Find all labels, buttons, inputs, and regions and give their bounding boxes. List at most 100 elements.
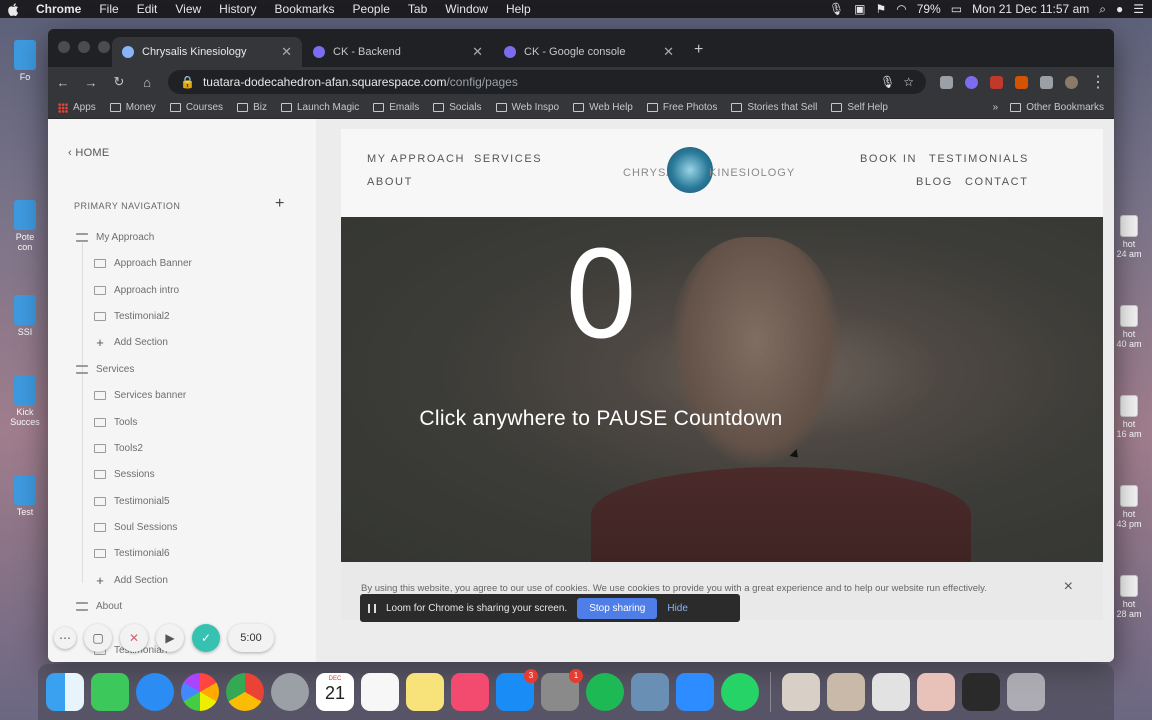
cookie-close-icon[interactable]: × bbox=[1064, 579, 1073, 595]
cancel-recording-icon[interactable]: ✕ bbox=[120, 624, 148, 652]
sidebar-section[interactable]: Tools bbox=[94, 413, 137, 431]
chrome-icon[interactable] bbox=[226, 673, 264, 711]
desktop-item[interactable]: Fo bbox=[0, 40, 50, 82]
sidebar-page-services[interactable]: Services bbox=[76, 360, 134, 378]
close-tab-icon[interactable]: ✕ bbox=[472, 44, 483, 60]
recent-document-icon[interactable] bbox=[962, 673, 1000, 711]
site-nav-testimonials[interactable]: TESTIMONIALS bbox=[929, 153, 1029, 165]
desktop-item[interactable]: Test bbox=[0, 475, 50, 517]
home-back-link[interactable]: ‹ HOME bbox=[68, 147, 110, 159]
facetime-icon[interactable] bbox=[91, 673, 129, 711]
pause-recording-icon[interactable]: ▶ bbox=[156, 624, 184, 652]
menu-edit[interactable]: Edit bbox=[137, 2, 158, 16]
recent-document-icon[interactable] bbox=[872, 673, 910, 711]
bookmark-folder[interactable]: Launch Magic bbox=[280, 102, 359, 113]
finish-recording-icon[interactable]: ✓ bbox=[192, 624, 220, 652]
menu-tab[interactable]: Tab bbox=[408, 2, 427, 16]
site-nav-about[interactable]: ABOUT bbox=[367, 176, 413, 188]
hide-button[interactable]: Hide bbox=[667, 603, 688, 614]
bookmark-folder[interactable]: Emails bbox=[373, 102, 419, 113]
reminders-icon[interactable] bbox=[361, 673, 399, 711]
sidebar-section[interactable]: Services banner bbox=[94, 386, 186, 404]
bookmark-folder[interactable]: Biz bbox=[237, 102, 267, 113]
battery-icon[interactable]: ▭ bbox=[951, 2, 962, 16]
preview-icon[interactable] bbox=[631, 673, 669, 711]
new-tab-button[interactable]: + bbox=[694, 41, 703, 59]
apple-icon[interactable] bbox=[8, 2, 20, 16]
tab-ck-backend[interactable]: CK - Backend ✕ bbox=[303, 37, 493, 67]
bookmark-folder[interactable]: Stories that Sell bbox=[731, 102, 817, 113]
screen-record-icon[interactable]: ▣ bbox=[854, 2, 865, 16]
menu-view[interactable]: View bbox=[175, 2, 201, 16]
sidebar-section[interactable]: Soul Sessions bbox=[94, 518, 177, 536]
microphone-icon[interactable]: 🎙 bbox=[829, 2, 844, 16]
site-nav-blog[interactable]: BLOG bbox=[916, 176, 953, 188]
puzzle-extensions-icon[interactable] bbox=[1040, 75, 1053, 89]
bookmark-folder[interactable]: Web Inspo bbox=[495, 102, 559, 113]
hero-banner-image[interactable]: 0 Click anywhere to PAUSE Countdown bbox=[341, 217, 1103, 562]
extension-icon[interactable] bbox=[990, 75, 1003, 89]
wifi-icon[interactable]: ◠ bbox=[896, 2, 906, 16]
sidebar-section[interactable]: Testimonial6 bbox=[94, 544, 170, 562]
sidebar-page-my-approach[interactable]: My Approach bbox=[76, 228, 154, 246]
recent-document-icon[interactable] bbox=[782, 673, 820, 711]
sidebar-section[interactable]: Tools2 bbox=[94, 439, 143, 457]
menu-history[interactable]: History bbox=[219, 2, 256, 16]
app-store-icon[interactable]: 3 bbox=[496, 669, 538, 711]
menu-window[interactable]: Window bbox=[445, 2, 488, 16]
sidebar-section[interactable]: Approach Banner bbox=[94, 254, 192, 272]
whatsapp-icon[interactable] bbox=[721, 673, 759, 711]
bookmark-star-icon[interactable]: ☆ bbox=[903, 75, 914, 89]
zoom-window-button[interactable] bbox=[98, 41, 110, 53]
forward-icon[interactable]: → bbox=[84, 75, 98, 90]
site-logo-mandala-icon[interactable] bbox=[667, 147, 713, 193]
site-logo-text-right[interactable]: KINESIOLOGY bbox=[709, 167, 795, 179]
profile-avatar-icon[interactable] bbox=[1065, 75, 1078, 89]
site-preview[interactable]: MY APPROACH SERVICES ABOUT CHRYSALIS KIN… bbox=[316, 119, 1114, 662]
menu-people[interactable]: People bbox=[353, 2, 390, 16]
bookmark-folder[interactable]: Free Photos bbox=[646, 102, 717, 113]
notification-center-icon[interactable]: ☰ bbox=[1133, 2, 1144, 16]
close-window-button[interactable] bbox=[58, 41, 70, 53]
more-options-icon[interactable]: ⋯ bbox=[54, 627, 76, 649]
sidebar-section[interactable]: Approach intro bbox=[94, 281, 179, 299]
finder-icon[interactable] bbox=[46, 673, 84, 711]
menu-file[interactable]: File bbox=[99, 2, 118, 16]
bookmarks-overflow-button[interactable]: » bbox=[993, 102, 999, 113]
battery-percent[interactable]: 79% bbox=[917, 2, 941, 16]
site-nav-my-approach[interactable]: MY APPROACH bbox=[367, 153, 465, 165]
minimize-window-button[interactable] bbox=[78, 41, 90, 53]
site-nav-services[interactable]: SERVICES bbox=[474, 153, 542, 165]
add-page-button[interactable]: + bbox=[275, 195, 284, 213]
music-icon[interactable] bbox=[451, 673, 489, 711]
add-section-button[interactable]: + Add Section bbox=[94, 571, 168, 589]
launchpad-icon[interactable] bbox=[271, 673, 309, 711]
bookmark-folder[interactable]: Courses bbox=[169, 102, 223, 113]
sidebar-page-about[interactable]: About bbox=[76, 597, 122, 615]
microphone-icon[interactable]: 🎙 bbox=[880, 75, 895, 89]
spotlight-icon[interactable]: ⌕ bbox=[1099, 2, 1106, 17]
loom-extension-icon[interactable] bbox=[965, 75, 978, 89]
address-bar[interactable]: 🔒 tuatara-dodecahedron-afan.squarespace.… bbox=[168, 70, 926, 94]
spotify-icon[interactable] bbox=[586, 673, 624, 711]
zoom-icon[interactable] bbox=[676, 673, 714, 711]
recent-document-icon[interactable] bbox=[827, 673, 865, 711]
back-icon[interactable]: ← bbox=[56, 75, 70, 90]
more-menu-icon[interactable]: ⋮ bbox=[1090, 72, 1106, 92]
tab-chrysalis-kinesiology[interactable]: Chrysalis Kinesiology ✕ bbox=[112, 37, 302, 67]
bookmark-apps[interactable]: Apps bbox=[58, 102, 96, 113]
desktop-item[interactable]: SSI bbox=[0, 295, 50, 337]
sidebar-section[interactable]: Sessions bbox=[94, 465, 155, 483]
menu-bookmarks[interactable]: Bookmarks bbox=[275, 2, 335, 16]
messages-icon[interactable] bbox=[136, 673, 174, 711]
other-bookmarks[interactable]: Other Bookmarks bbox=[1010, 102, 1104, 113]
desktop-item[interactable]: Kick Succes bbox=[0, 375, 50, 427]
desktop-item[interactable]: Pote con bbox=[0, 200, 50, 252]
bookmark-folder[interactable]: Socials bbox=[433, 102, 482, 113]
bookmark-folder[interactable]: Web Help bbox=[573, 102, 633, 113]
stop-sharing-button[interactable]: Stop sharing bbox=[577, 597, 658, 619]
extension-icon[interactable] bbox=[1015, 75, 1028, 89]
camera-toggle-icon[interactable]: ▢ bbox=[84, 624, 112, 652]
site-nav-contact[interactable]: CONTACT bbox=[965, 176, 1029, 188]
calendar-icon[interactable]: DEC 21 bbox=[316, 673, 354, 711]
